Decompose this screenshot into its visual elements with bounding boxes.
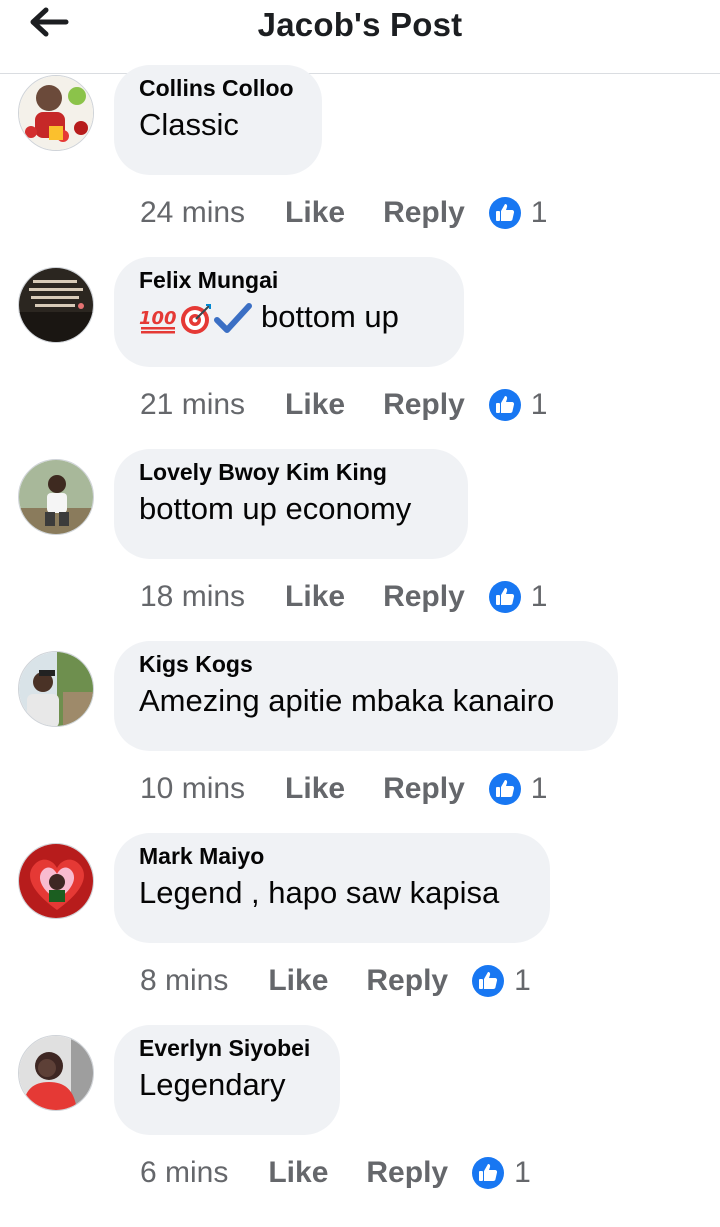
like-button[interactable]: Like [285, 196, 345, 230]
comment-text: 100 bottom up [139, 299, 399, 336]
comment-actions: 8 mins Like Reply 1 [140, 959, 531, 1003]
comment-time[interactable]: 24 mins [140, 196, 245, 230]
comment-bubble: Lovely Bwoy Kim King bottom up economy [114, 449, 468, 559]
reaction-count-number: 1 [530, 388, 548, 421]
comment-text: Legendary [139, 1067, 286, 1102]
reaction-count-number: 1 [530, 580, 548, 613]
comment-bubble: Kigs Kogs Amezing apitie mbaka kanairo [114, 641, 618, 751]
comment-item: Collins Colloo Classic 24 mins Like Repl… [0, 65, 720, 267]
top-bar: Jacob's Post [0, 0, 720, 74]
comment-bubble: Collins Colloo Classic [114, 65, 322, 175]
reaction-count[interactable]: 1 [488, 580, 548, 614]
comment-time[interactable]: 21 mins [140, 388, 245, 422]
reaction-count[interactable]: 1 [488, 196, 548, 230]
reaction-count-number: 1 [514, 1156, 531, 1189]
like-button[interactable]: Like [268, 964, 328, 998]
comment-list: Collins Colloo Classic 24 mins Like Repl… [0, 65, 720, 1227]
like-button[interactable]: Like [285, 388, 345, 422]
comment-text: Legend , hapo saw kapisa [139, 875, 500, 910]
avatar[interactable] [18, 651, 94, 727]
page-title: Jacob's Post [257, 6, 463, 43]
avatar[interactable] [18, 1035, 94, 1111]
comment-time[interactable]: 10 mins [140, 772, 245, 806]
reply-button[interactable]: Reply [383, 388, 465, 422]
reaction-count[interactable]: 1 [472, 964, 531, 998]
reply-button[interactable]: Reply [383, 580, 465, 614]
emoji-group: 100 [139, 302, 253, 336]
svg-text:100: 100 [139, 308, 177, 329]
avatar[interactable] [18, 843, 94, 919]
comment-bubble: Felix Mungai 100 bottom up [114, 257, 464, 367]
reaction-count-number: 1 [514, 964, 531, 997]
comment-actions: 10 mins Like Reply 1 [140, 767, 547, 811]
thumbs-up-icon [488, 389, 521, 421]
reaction-count[interactable]: 1 [488, 772, 548, 806]
thumbs-up-icon [488, 773, 521, 805]
avatar[interactable] [18, 459, 94, 535]
like-button[interactable]: Like [285, 580, 345, 614]
reaction-count[interactable]: 1 [472, 1156, 531, 1190]
comment-text: Amezing apitie mbaka kanairo [139, 683, 555, 718]
comment-actions: 21 mins Like Reply 1 [140, 383, 547, 427]
thumbs-up-icon [488, 581, 521, 613]
comment-author[interactable]: Lovely Bwoy Kim King [139, 459, 387, 486]
avatar[interactable] [18, 267, 94, 343]
comment-author[interactable]: Felix Mungai [139, 267, 278, 294]
comment-item: Felix Mungai 100 bottom up 21 mins Like … [0, 257, 720, 459]
thumbs-up-icon [472, 1157, 505, 1189]
comment-author[interactable]: Collins Colloo [139, 75, 294, 102]
comment-text: Classic [139, 107, 239, 142]
comment-bubble: Everlyn Siyobei Legendary [114, 1025, 340, 1135]
thumbs-up-icon [472, 965, 505, 997]
check-mark-icon [214, 302, 252, 333]
comment-item: Everlyn Siyobei Legendary 6 mins Like Re… [0, 1025, 720, 1227]
like-button[interactable]: Like [285, 772, 345, 806]
comment-item: Mark Maiyo Legend , hapo saw kapisa 8 mi… [0, 833, 720, 1035]
comment-time[interactable]: 8 mins [140, 964, 228, 998]
comment-author[interactable]: Kigs Kogs [139, 651, 253, 678]
direct-hit-icon [181, 303, 211, 334]
comment-author[interactable]: Mark Maiyo [139, 843, 264, 870]
comment-bubble: Mark Maiyo Legend , hapo saw kapisa [114, 833, 550, 943]
thumbs-up-icon [488, 197, 521, 229]
reply-button[interactable]: Reply [366, 1156, 448, 1190]
reaction-count-number: 1 [530, 196, 548, 229]
comment-author[interactable]: Everlyn Siyobei [139, 1035, 310, 1062]
reply-button[interactable]: Reply [383, 196, 465, 230]
comment-actions: 18 mins Like Reply 1 [140, 575, 547, 619]
comment-text-body: bottom up [261, 299, 399, 334]
comment-item: Kigs Kogs Amezing apitie mbaka kanairo 1… [0, 641, 720, 843]
reaction-count-number: 1 [530, 772, 548, 805]
comment-item: Lovely Bwoy Kim King bottom up economy 1… [0, 449, 720, 651]
reaction-count[interactable]: 1 [488, 388, 548, 422]
comment-text: bottom up economy [139, 491, 412, 526]
reply-button[interactable]: Reply [366, 964, 448, 998]
comment-actions: 24 mins Like Reply 1 [140, 191, 547, 235]
hundred-points-icon: 100 [139, 308, 177, 334]
avatar[interactable] [18, 75, 94, 151]
comment-time[interactable]: 18 mins [140, 580, 245, 614]
reply-button[interactable]: Reply [383, 772, 465, 806]
like-button[interactable]: Like [268, 1156, 328, 1190]
comment-time[interactable]: 6 mins [140, 1156, 228, 1190]
comment-actions: 6 mins Like Reply 1 [140, 1151, 531, 1195]
